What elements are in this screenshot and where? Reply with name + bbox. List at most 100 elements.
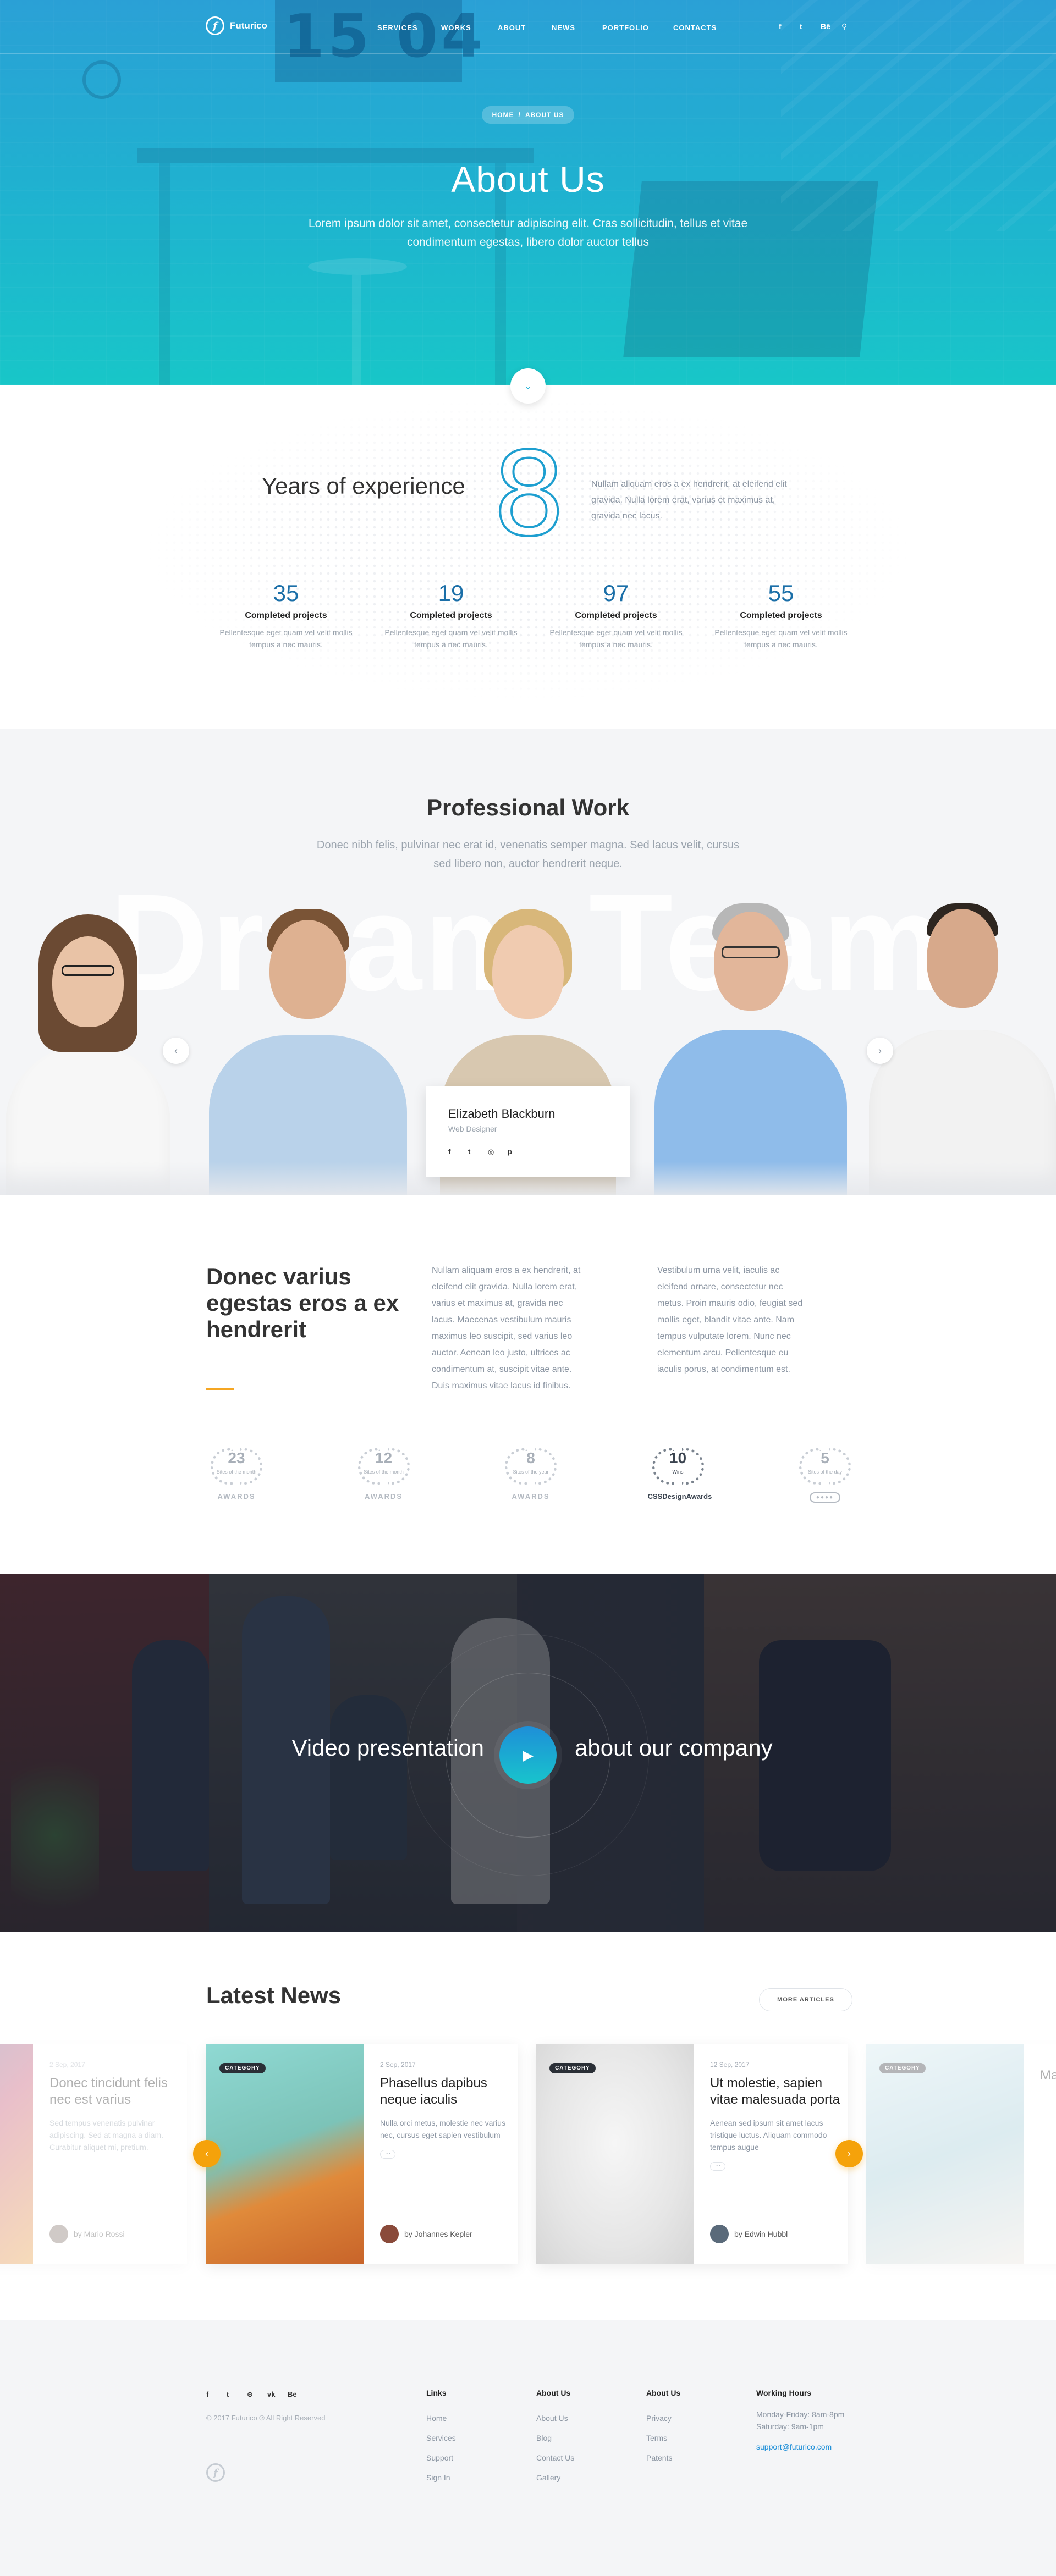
- footer-link[interactable]: Gallery: [536, 2468, 574, 2487]
- stat-item: 19 Completed projects Pellentesque eget …: [369, 580, 534, 650]
- footer-link[interactable]: Blog: [536, 2428, 574, 2448]
- nav-contacts[interactable]: CONTACTS: [673, 24, 734, 32]
- instagram-icon[interactable]: ◎: [488, 1148, 508, 1156]
- team-member-photo[interactable]: [204, 909, 413, 1195]
- twitter-icon[interactable]: t: [800, 22, 821, 31]
- award-badge: 12 Sites of the month AWARDS: [354, 1445, 414, 1503]
- footer-link[interactable]: Privacy: [646, 2408, 680, 2428]
- news-headline[interactable]: Phasellus dapibus neque iaculis: [380, 2075, 512, 2108]
- nav-services[interactable]: SERVICES: [377, 24, 441, 32]
- award-label: CSSDesignAwards: [647, 1492, 712, 1501]
- twitter-icon[interactable]: t: [468, 1148, 488, 1156]
- news-author: by Johannes Kepler: [380, 2225, 472, 2243]
- nav-about[interactable]: ABOUT: [498, 24, 552, 32]
- section-title: Professional Work: [427, 795, 629, 820]
- chevron-left-icon: ‹: [174, 1045, 178, 1056]
- award-label: AWARDS: [364, 1492, 403, 1501]
- play-video-button[interactable]: ▶: [499, 1726, 557, 1784]
- facebook-icon[interactable]: f: [779, 22, 800, 31]
- nav-portfolio[interactable]: PORTFOLIO: [602, 24, 673, 32]
- header-social-links: f t Bē ⚲: [779, 22, 862, 31]
- footer-link[interactable]: Services: [426, 2428, 456, 2448]
- footer-link[interactable]: About Us: [536, 2408, 574, 2428]
- twitter-icon[interactable]: t: [227, 2390, 247, 2399]
- awards-text-column-2: Vestibulum urna velit, iaculis ac eleife…: [657, 1266, 803, 1374]
- team-next-button[interactable]: ›: [867, 1038, 893, 1064]
- stat-value: 35: [273, 580, 299, 606]
- awards-title: Donec varius egestas eros a ex hendrerit: [206, 1264, 399, 1342]
- news-next-button[interactable]: ›: [835, 2140, 863, 2167]
- news-card[interactable]: CATEGORY Ma: [866, 2044, 1056, 2264]
- news-image: [206, 2044, 364, 2264]
- news-headline[interactable]: Ut molestie, sapien vitae malesuada port…: [710, 2075, 842, 2108]
- support-email-link[interactable]: support@futurico.com: [756, 2442, 844, 2451]
- footer-link[interactable]: Sign In: [426, 2468, 456, 2487]
- vk-icon[interactable]: vk: [267, 2390, 288, 2399]
- award-badges: 23 Sites of the month AWARDS 12 Sites of…: [206, 1445, 855, 1503]
- logo[interactable]: f Futurico: [206, 16, 267, 35]
- award-caption: Wins: [672, 1469, 684, 1475]
- nav-news[interactable]: NEWS: [552, 24, 602, 32]
- news-card[interactable]: CATEGORY 2 Sep, 2017 Phasellus dapibus n…: [206, 2044, 518, 2264]
- footer-link[interactable]: Support: [426, 2448, 456, 2468]
- award-label: ●●●●: [795, 1492, 855, 1503]
- search-icon[interactable]: ⚲: [842, 22, 862, 31]
- footer-link[interactable]: Contact Us: [536, 2448, 574, 2468]
- stat-item: 35 Completed projects Pellentesque eget …: [204, 580, 369, 650]
- chevron-right-icon: ›: [848, 2148, 851, 2159]
- news-prev-button[interactable]: ‹: [193, 2140, 221, 2167]
- footer-link[interactable]: Home: [426, 2408, 456, 2428]
- behance-icon[interactable]: Bē: [288, 2390, 308, 2399]
- chevron-right-icon: ›: [878, 1045, 882, 1056]
- main-nav: SERVICES WORKS ABOUT NEWS PORTFOLIO CONT…: [377, 24, 734, 32]
- scroll-down-button[interactable]: ⌄: [510, 368, 546, 404]
- stat-description: Pellentesque eget quam vel velit mollis …: [549, 628, 683, 649]
- laurel-wreath-icon: 8 Sites of the year: [501, 1445, 561, 1489]
- awards-section: Donec varius egestas eros a ex hendrerit…: [0, 1195, 1056, 1574]
- news-card-body: 2 Sep, 2017 Phasellus dapibus neque iacu…: [380, 2061, 512, 2159]
- team-member-photo[interactable]: [0, 914, 176, 1195]
- page-title: About Us: [451, 159, 605, 200]
- news-headline[interactable]: Donec tincidunt felis nec est varius: [50, 2075, 182, 2108]
- more-articles-button[interactable]: MORE ARTICLES: [759, 1988, 853, 2011]
- category-tag[interactable]: CATEGORY: [549, 2063, 596, 2073]
- category-tag[interactable]: CATEGORY: [219, 2063, 266, 2073]
- award-count: 8: [526, 1449, 535, 1466]
- stat-item: 97 Completed projects Pellentesque eget …: [534, 580, 698, 650]
- news-date: 12 Sep, 2017: [710, 2061, 750, 2068]
- more-dots-button[interactable]: ···: [380, 2150, 395, 2159]
- footer-column-legal: About Us Privacy Terms Patents: [646, 2389, 680, 2468]
- news-card[interactable]: 2 Sep, 2017 Donec tincidunt felis nec es…: [0, 2044, 187, 2264]
- footer-logo-icon[interactable]: f: [206, 2463, 225, 2482]
- footer-column-hours: Working Hours Monday-Friday: 8am-8pm Sat…: [756, 2389, 844, 2451]
- stat-value: 97: [603, 580, 629, 606]
- laurel-wreath-icon: 10 Wins: [648, 1445, 708, 1489]
- footer-link[interactable]: Terms: [646, 2428, 680, 2448]
- team-member-photo[interactable]: [649, 903, 853, 1195]
- pinterest-icon[interactable]: ⊕: [247, 2390, 267, 2399]
- pinterest-icon[interactable]: p: [508, 1148, 527, 1156]
- footer-column-title: About Us: [646, 2389, 681, 2397]
- award-label: AWARDS: [217, 1492, 256, 1501]
- news-card[interactable]: CATEGORY 12 Sep, 2017 Ut molestie, sapie…: [536, 2044, 848, 2264]
- copyright: © 2017 Futurico ® All Right Reserved: [206, 2414, 326, 2422]
- news-headline[interactable]: Ma: [1040, 2067, 1056, 2084]
- team-member-photo[interactable]: [869, 903, 1056, 1195]
- experience-label: Years of experience: [262, 473, 465, 499]
- news-date: 2 Sep, 2017: [380, 2061, 416, 2068]
- award-caption: Sites of the year: [513, 1469, 549, 1475]
- nav-works[interactable]: WORKS: [441, 24, 498, 32]
- footer-link[interactable]: Patents: [646, 2448, 680, 2468]
- facebook-icon[interactable]: f: [206, 2390, 227, 2399]
- breadcrumb-home[interactable]: HOME: [492, 111, 514, 119]
- team-prev-button[interactable]: ‹: [163, 1038, 189, 1064]
- section-subtitle: Donec nibh felis, pulvinar nec erat id, …: [316, 839, 740, 870]
- facebook-icon[interactable]: f: [448, 1148, 468, 1156]
- news-date: 2 Sep, 2017: [50, 2061, 85, 2068]
- more-dots-button[interactable]: ···: [710, 2162, 725, 2171]
- footer-column-links: Links Home Services Support Sign In: [426, 2389, 456, 2487]
- award-badge: 23 Sites of the month AWARDS: [206, 1445, 267, 1503]
- chevron-left-icon: ‹: [205, 2148, 208, 2159]
- behance-icon[interactable]: Bē: [821, 22, 842, 31]
- category-tag[interactable]: CATEGORY: [879, 2063, 926, 2073]
